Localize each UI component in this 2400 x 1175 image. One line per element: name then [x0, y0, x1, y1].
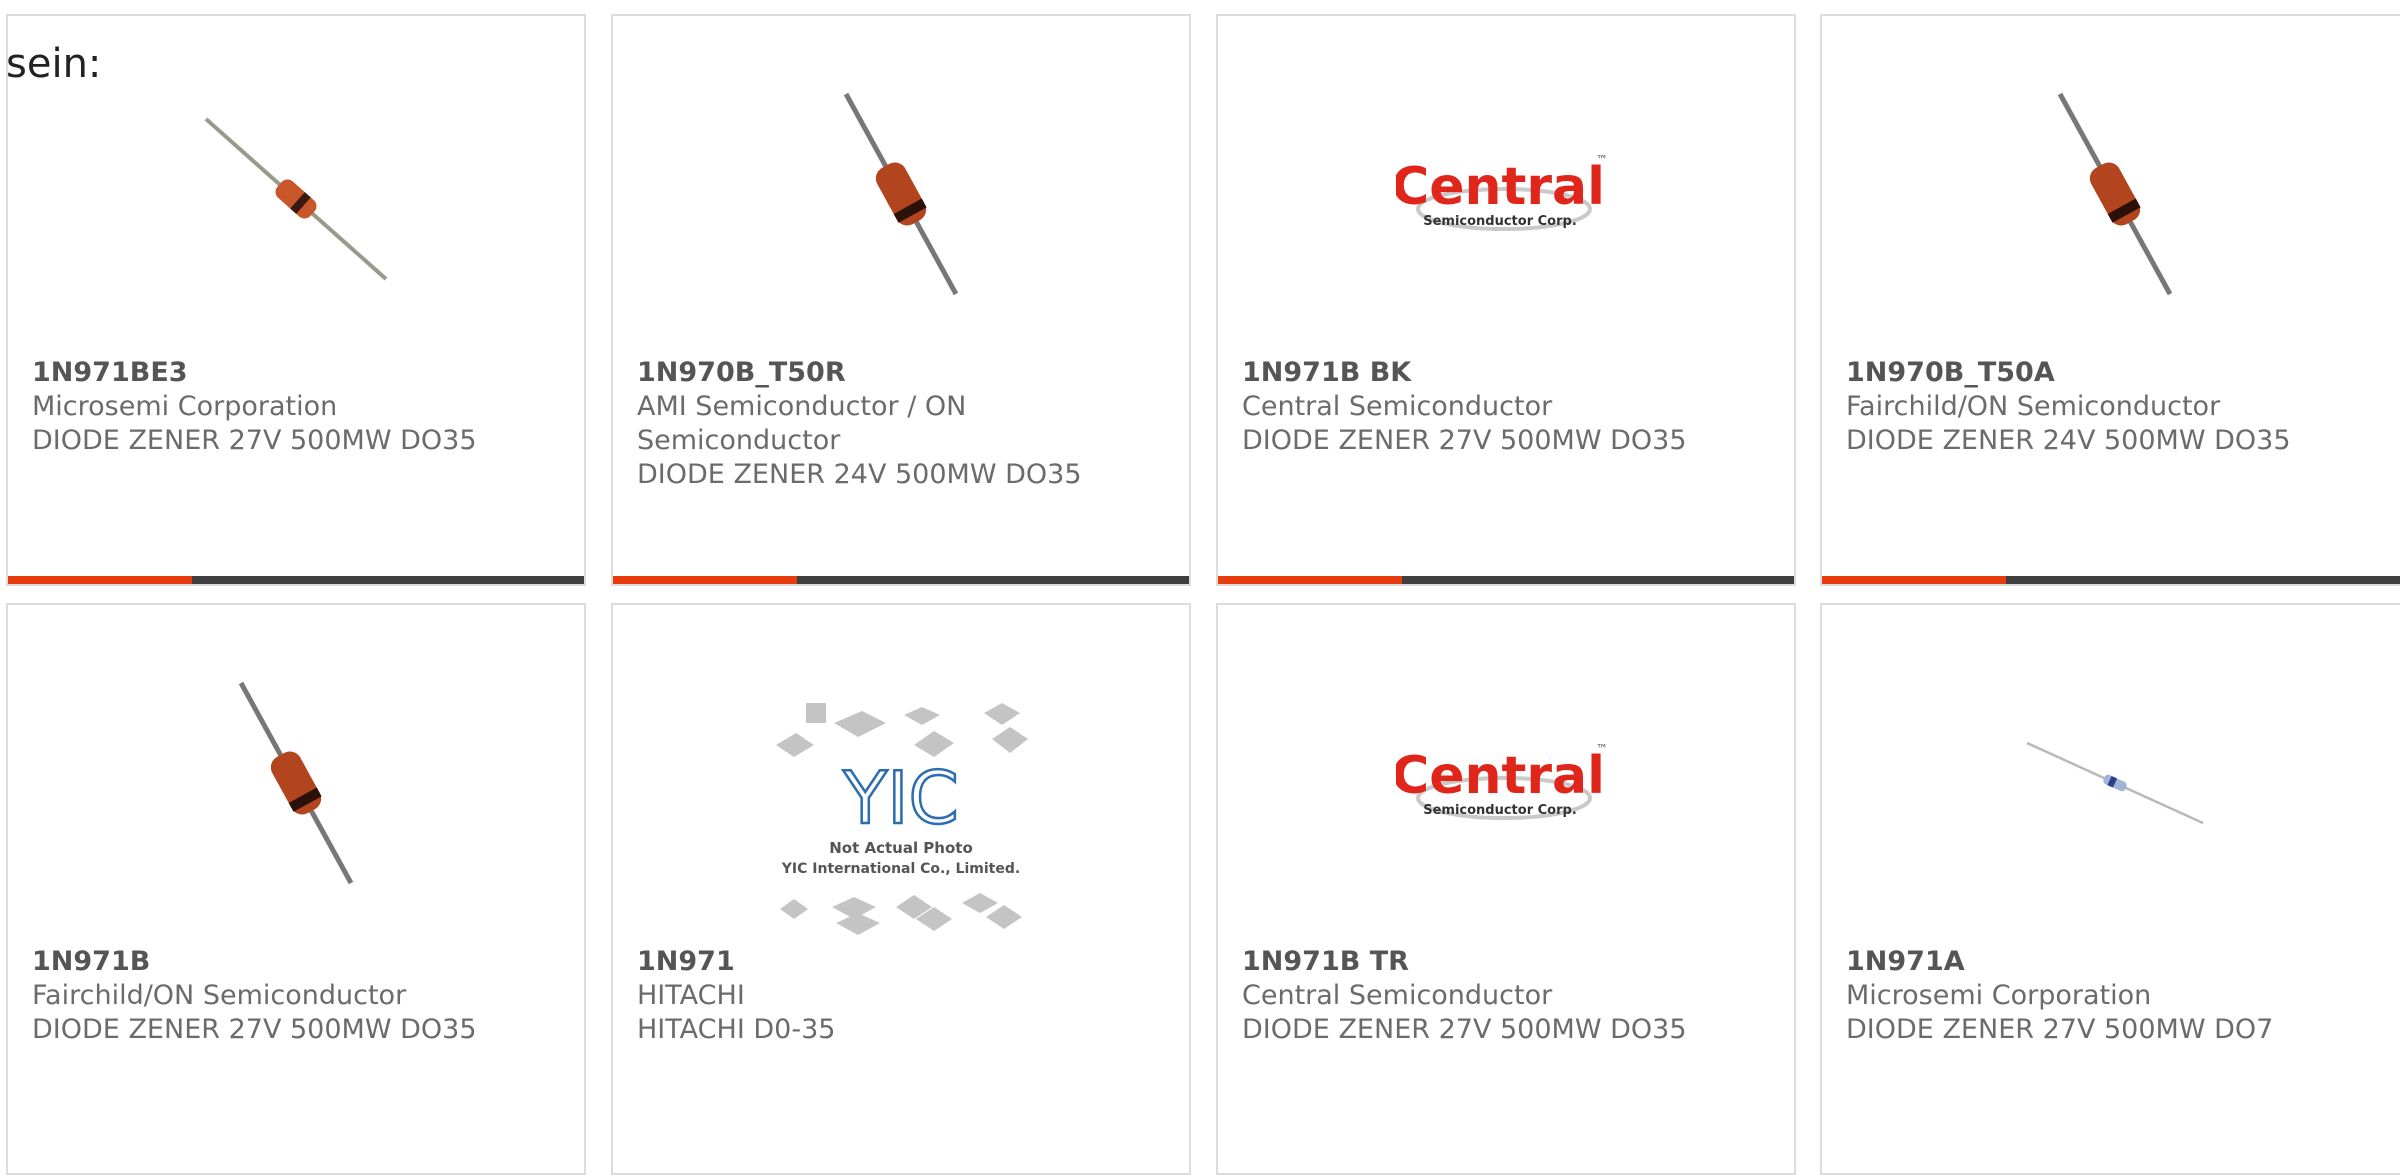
- part-number[interactable]: 1N971B: [32, 945, 560, 979]
- manufacturer: Microsemi Corporation: [1846, 980, 2152, 1011]
- svg-text:Semiconductor Corp.: Semiconductor Corp.: [1423, 803, 1577, 818]
- svg-text:Not Actual Photo: Not Actual Photo: [829, 839, 973, 857]
- yic-placeholder: YIC Not Actual Photo YIC International C…: [776, 703, 1028, 935]
- diode-steep-icon: [843, 92, 959, 296]
- part-number[interactable]: 1N971: [637, 945, 1165, 979]
- product-info: 1N971BE3 Microsemi Corporation DIODE ZEN…: [32, 356, 560, 458]
- manufacturer: Fairchild/ON Semiconductor: [1846, 391, 2221, 422]
- product-card[interactable]: 1N970B_T50R AMI Semiconductor / ON Semic…: [611, 14, 1191, 586]
- intro-text: sein:: [6, 41, 102, 87]
- manufacturer: HITACHI: [637, 980, 745, 1011]
- svg-text:™: ™: [1596, 153, 1608, 167]
- product-info: 1N971B TR Central Semiconductor DIODE ZE…: [1242, 945, 1770, 1047]
- card-bar: [613, 576, 1189, 584]
- central-logo: Central ™ Semiconductor Corp.: [1396, 742, 1608, 820]
- part-number[interactable]: 1N971B TR: [1242, 945, 1770, 979]
- card-bar: [8, 576, 584, 584]
- description: DIODE ZENER 27V 500MW DO35: [32, 425, 477, 456]
- product-card[interactable]: Central ™ Semiconductor Corp. 1N971B TR …: [1216, 603, 1796, 1175]
- part-number[interactable]: 1N970B_T50R: [637, 356, 1165, 390]
- svg-text:™: ™: [1596, 742, 1608, 756]
- part-number[interactable]: 1N971A: [1846, 945, 2384, 979]
- product-card[interactable]: 1N971A Microsemi Corporation DIODE ZENER…: [1820, 603, 2400, 1175]
- diode-steep-icon: [2057, 92, 2173, 296]
- part-number[interactable]: 1N971BE3: [32, 356, 560, 390]
- part-number[interactable]: 1N971B BK: [1242, 356, 1770, 390]
- description: DIODE ZENER 27V 500MW DO35: [1242, 1014, 1687, 1045]
- part-number[interactable]: 1N970B_T50A: [1846, 356, 2384, 390]
- svg-text:YIC: YIC: [842, 756, 959, 840]
- card-bar: [1822, 576, 2400, 584]
- description: DIODE ZENER 24V 500MW DO35: [1846, 425, 2291, 456]
- manufacturer: Central Semiconductor: [1242, 980, 1553, 1011]
- product-info: 1N971 HITACHI HITACHI D0-35: [637, 945, 1165, 1047]
- description: HITACHI D0-35: [637, 1014, 836, 1045]
- product-card[interactable]: 1N971BE3 Microsemi Corporation DIODE ZEN…: [6, 14, 586, 586]
- product-info: 1N971B BK Central Semiconductor DIODE ZE…: [1242, 356, 1770, 458]
- glass-diode-icon: [2026, 741, 2204, 825]
- manufacturer: Microsemi Corporation: [32, 391, 338, 422]
- diode-diagonal-icon: [204, 117, 388, 281]
- product-info: 1N970B_T50A Fairchild/ON Semiconductor D…: [1846, 356, 2384, 458]
- description: DIODE ZENER 27V 500MW DO35: [1242, 425, 1687, 456]
- central-logo: Central ™ Semiconductor Corp.: [1396, 153, 1608, 231]
- description: DIODE ZENER 24V 500MW DO35: [637, 459, 1082, 490]
- diode-steep-icon: [238, 681, 354, 885]
- svg-text:Central: Central: [1396, 157, 1605, 217]
- svg-text:Central: Central: [1396, 746, 1605, 806]
- product-card[interactable]: Central ™ Semiconductor Corp. 1N971B BK …: [1216, 14, 1796, 586]
- product-info: 1N970B_T50R AMI Semiconductor / ON Semic…: [637, 356, 1165, 492]
- product-grid: 1N971BE3 Microsemi Corporation DIODE ZEN…: [0, 0, 2400, 1175]
- description: DIODE ZENER 27V 500MW DO35: [32, 1014, 477, 1045]
- manufacturer: Central Semiconductor: [1242, 391, 1553, 422]
- product-card[interactable]: 1N970B_T50A Fairchild/ON Semiconductor D…: [1820, 14, 2400, 586]
- product-info: 1N971B Fairchild/ON Semiconductor DIODE …: [32, 945, 560, 1047]
- manufacturer: Fairchild/ON Semiconductor: [32, 980, 407, 1011]
- manufacturer: AMI Semiconductor / ON Semiconductor: [637, 391, 967, 456]
- product-info: 1N971A Microsemi Corporation DIODE ZENER…: [1846, 945, 2384, 1047]
- product-card[interactable]: 1N971B Fairchild/ON Semiconductor DIODE …: [6, 603, 586, 1175]
- description: DIODE ZENER 27V 500MW DO7: [1846, 1014, 2274, 1045]
- svg-text:YIC International Co., Limited: YIC International Co., Limited.: [781, 861, 1020, 877]
- product-card[interactable]: YIC Not Actual Photo YIC International C…: [611, 603, 1191, 1175]
- svg-text:Semiconductor Corp.: Semiconductor Corp.: [1423, 214, 1577, 229]
- card-bar: [1218, 576, 1794, 584]
